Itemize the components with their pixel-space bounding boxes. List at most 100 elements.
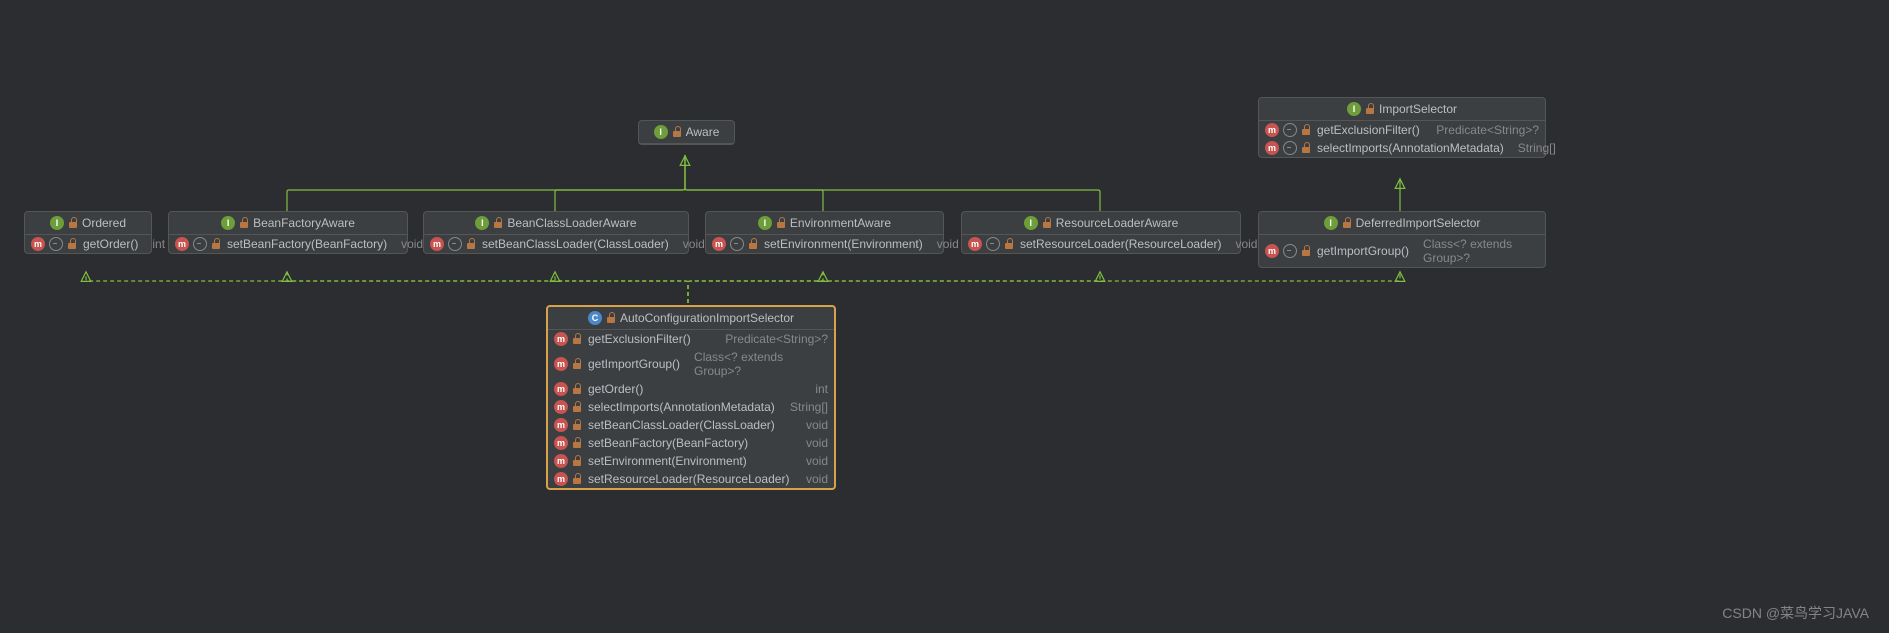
method-row: setEnvironment(Environment)void xyxy=(706,235,943,253)
node-header: IDeferredImportSelector xyxy=(1259,212,1545,235)
lock-icon xyxy=(239,218,249,228)
node-header: I Aware xyxy=(639,121,734,144)
method-ret: void xyxy=(1235,237,1257,251)
method-row: setResourceLoader(ResourceLoader)void xyxy=(548,470,834,488)
node-aware[interactable]: I Aware xyxy=(638,120,735,145)
method-ret: Class<? extends Group>? xyxy=(694,350,828,378)
method-row: setResourceLoader(ResourceLoader)void xyxy=(962,235,1240,253)
watermark: CSDN @菜鸟学习JAVA xyxy=(1722,603,1869,623)
node-resource-loader-aware[interactable]: IResourceLoaderAware setResourceLoader(R… xyxy=(961,211,1241,254)
method-row: selectImports(AnnotationMetadata)String[… xyxy=(1259,139,1545,157)
node-title: Aware xyxy=(686,125,720,139)
method-icon xyxy=(430,237,444,251)
method-ret: void xyxy=(937,237,959,251)
lock-icon xyxy=(1301,246,1311,256)
method-ret: Predicate<String>? xyxy=(1436,123,1539,137)
method-ret: void xyxy=(806,454,828,468)
method-sig: setBeanFactory(BeanFactory) xyxy=(227,237,387,251)
method-ret: int xyxy=(152,237,165,251)
method-row: setBeanClassLoader(ClassLoader)void xyxy=(424,235,688,253)
method-row: getOrder()int xyxy=(548,380,834,398)
method-ret: String[] xyxy=(1518,141,1556,155)
method-icon xyxy=(712,237,726,251)
node-import-selector[interactable]: I ImportSelector getExclusionFilter()Pre… xyxy=(1258,97,1546,158)
lock-icon xyxy=(572,402,582,412)
class-icon: C xyxy=(588,311,602,325)
method-sig: setEnvironment(Environment) xyxy=(588,454,792,468)
method-sig: getExclusionFilter() xyxy=(1317,123,1422,137)
lock-icon xyxy=(493,218,503,228)
method-sig: setEnvironment(Environment) xyxy=(764,237,923,251)
method-icon xyxy=(554,472,568,486)
method-sig: setBeanClassLoader(ClassLoader) xyxy=(482,237,669,251)
method-ret: void xyxy=(683,237,705,251)
method-icon xyxy=(554,382,568,396)
method-icon xyxy=(554,400,568,414)
method-icon xyxy=(1265,123,1279,137)
lock-icon xyxy=(68,218,78,228)
lock-icon xyxy=(572,384,582,394)
override-icon xyxy=(49,237,63,251)
node-title: ImportSelector xyxy=(1379,102,1457,116)
method-sig: selectImports(AnnotationMetadata) xyxy=(1317,141,1504,155)
method-sig: getOrder() xyxy=(588,382,801,396)
lock-icon xyxy=(572,456,582,466)
interface-icon: I xyxy=(654,125,668,139)
lock-icon xyxy=(748,239,758,249)
node-title: BeanFactoryAware xyxy=(253,216,355,230)
lock-icon xyxy=(606,313,616,323)
method-ret: Class<? extends Group>? xyxy=(1423,237,1539,265)
lock-icon xyxy=(1042,218,1052,228)
method-icon xyxy=(554,436,568,450)
lock-icon xyxy=(572,438,582,448)
lock-icon xyxy=(211,239,221,249)
node-bean-classloader-aware[interactable]: I BeanClassLoaderAware setBeanClassLoader… xyxy=(423,211,689,254)
override-icon xyxy=(1283,244,1297,258)
node-header: I BeanClassLoaderAware xyxy=(424,212,688,235)
node-environment-aware[interactable]: I EnvironmentAware setEnvironment(Environ… xyxy=(705,211,944,254)
method-row: getImportGroup() Class<? extends Group>? xyxy=(548,348,834,380)
node-header: IResourceLoaderAware xyxy=(962,212,1240,235)
method-sig: getImportGroup() xyxy=(588,357,680,371)
interface-icon: I xyxy=(50,216,64,230)
method-sig: getExclusionFilter() xyxy=(588,332,711,346)
method-sig: setBeanClassLoader(ClassLoader) xyxy=(588,418,792,432)
method-row: setBeanFactory(BeanFactory)void xyxy=(548,434,834,452)
lock-icon xyxy=(776,218,786,228)
method-icon xyxy=(968,237,982,251)
node-title: BeanClassLoaderAware xyxy=(507,216,636,230)
override-icon xyxy=(986,237,1000,251)
lock-icon xyxy=(1365,104,1375,114)
method-ret: String[] xyxy=(790,400,828,414)
method-icon xyxy=(554,418,568,432)
method-row: setBeanFactory(BeanFactory)void xyxy=(169,235,407,253)
override-icon xyxy=(1283,123,1297,137)
method-icon xyxy=(554,357,568,371)
method-icon xyxy=(175,237,189,251)
interface-icon: I xyxy=(1024,216,1038,230)
method-ret: void xyxy=(806,436,828,450)
override-icon xyxy=(730,237,744,251)
lock-icon xyxy=(572,474,582,484)
node-deferred-import-selector[interactable]: IDeferredImportSelector getImportGroup()… xyxy=(1258,211,1546,268)
node-auto-config-import-selector[interactable]: CAutoConfigurationImportSelector getExcl… xyxy=(546,305,836,490)
node-ordered[interactable]: IOrdered getOrder()int xyxy=(24,211,152,254)
lock-icon xyxy=(1004,239,1014,249)
override-icon xyxy=(193,237,207,251)
lock-icon xyxy=(1301,125,1311,135)
method-ret: void xyxy=(806,418,828,432)
method-icon xyxy=(554,332,568,346)
node-header: IOrdered xyxy=(25,212,151,235)
override-icon xyxy=(448,237,462,251)
interface-icon: I xyxy=(475,216,489,230)
method-sig: selectImports(AnnotationMetadata) xyxy=(588,400,776,414)
node-title: EnvironmentAware xyxy=(790,216,891,230)
method-icon xyxy=(31,237,45,251)
method-icon xyxy=(1265,244,1279,258)
method-row: getExclusionFilter()Predicate<String>? xyxy=(548,330,834,348)
method-sig: getImportGroup() xyxy=(1317,244,1409,258)
node-title: DeferredImportSelector xyxy=(1356,216,1481,230)
interface-icon: I xyxy=(758,216,772,230)
lock-icon xyxy=(572,359,582,369)
node-bean-factory-aware[interactable]: IBeanFactoryAware setBeanFactory(BeanFac… xyxy=(168,211,408,254)
